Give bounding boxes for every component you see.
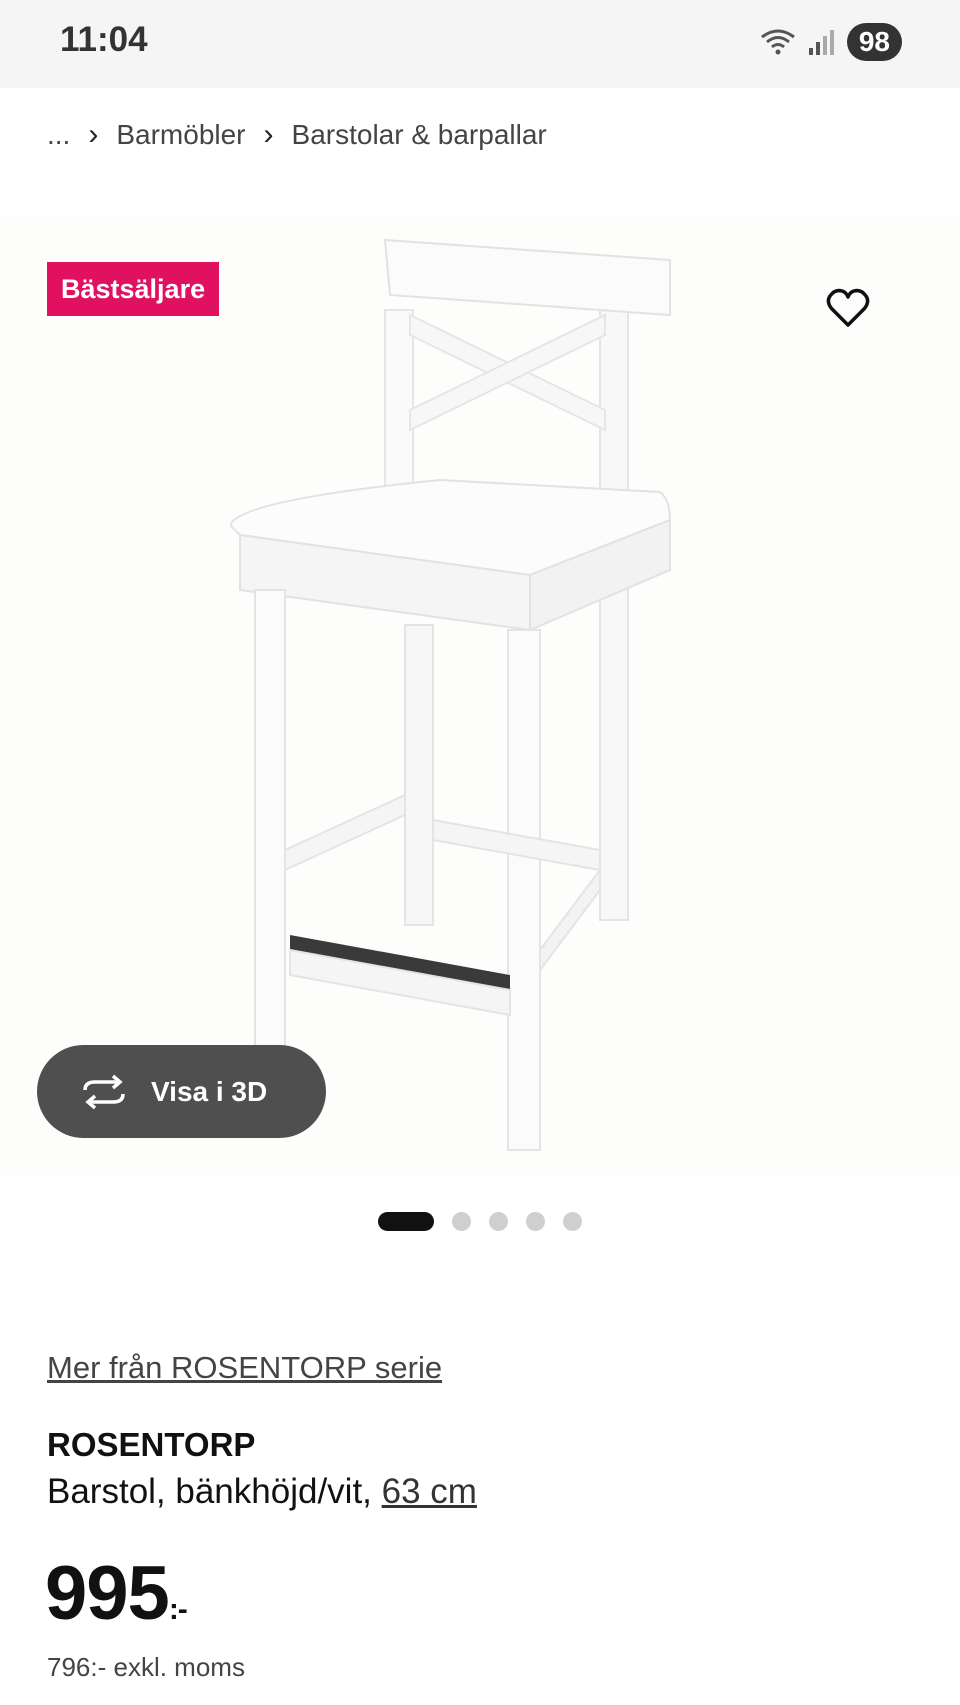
breadcrumb-item-barstolar[interactable]: Barstolar & barpallar [292, 119, 547, 151]
heart-icon[interactable] [826, 288, 870, 328]
breadcrumb-ellipsis[interactable]: ... [47, 119, 70, 151]
price-suffix: :- [168, 1593, 188, 1626]
chevron-right-icon: › [263, 118, 274, 151]
status-bar: 11:04 98 [0, 0, 960, 88]
status-icons: 98 [759, 22, 902, 62]
pagination-dot-4[interactable] [526, 1212, 545, 1231]
size-link[interactable]: 63 cm [382, 1472, 477, 1511]
pagination-dot-5[interactable] [563, 1212, 582, 1231]
product-image[interactable] [230, 230, 710, 1160]
series-link[interactable]: Mer från ROSENTORP serie [47, 1350, 442, 1386]
price-value: 995 [45, 1551, 170, 1636]
view-3d-label: Visa i 3D [151, 1075, 268, 1107]
pagination-dot-3[interactable] [489, 1212, 508, 1231]
view-3d-button[interactable]: Visa i 3D [37, 1045, 326, 1138]
product-price: 995:- [45, 1550, 188, 1637]
breadcrumb-item-barmobler[interactable]: Barmöbler [116, 119, 245, 151]
battery-icon: 98 [846, 23, 902, 61]
bestseller-badge: Bästsäljare [47, 262, 220, 316]
gallery-pagination [0, 1212, 960, 1231]
pagination-dot-1[interactable] [378, 1212, 434, 1231]
signal-icon [808, 30, 834, 55]
product-name: ROSENTORP [47, 1426, 256, 1463]
status-time: 11:04 [60, 20, 148, 59]
product-description-text: Barstol, bänkhöjd/vit, [47, 1472, 382, 1511]
price-ex-vat: 796:- exkl. moms [47, 1652, 245, 1682]
pagination-dot-2[interactable] [452, 1212, 471, 1231]
breadcrumb: ... › Barmöbler › Barstolar & barpallar [47, 118, 547, 152]
rotate-3d-icon [83, 1074, 125, 1109]
product-description: Barstol, bänkhöjd/vit, 63 cm [47, 1472, 477, 1512]
chevron-right-icon: › [88, 118, 99, 151]
wifi-icon [760, 29, 795, 55]
